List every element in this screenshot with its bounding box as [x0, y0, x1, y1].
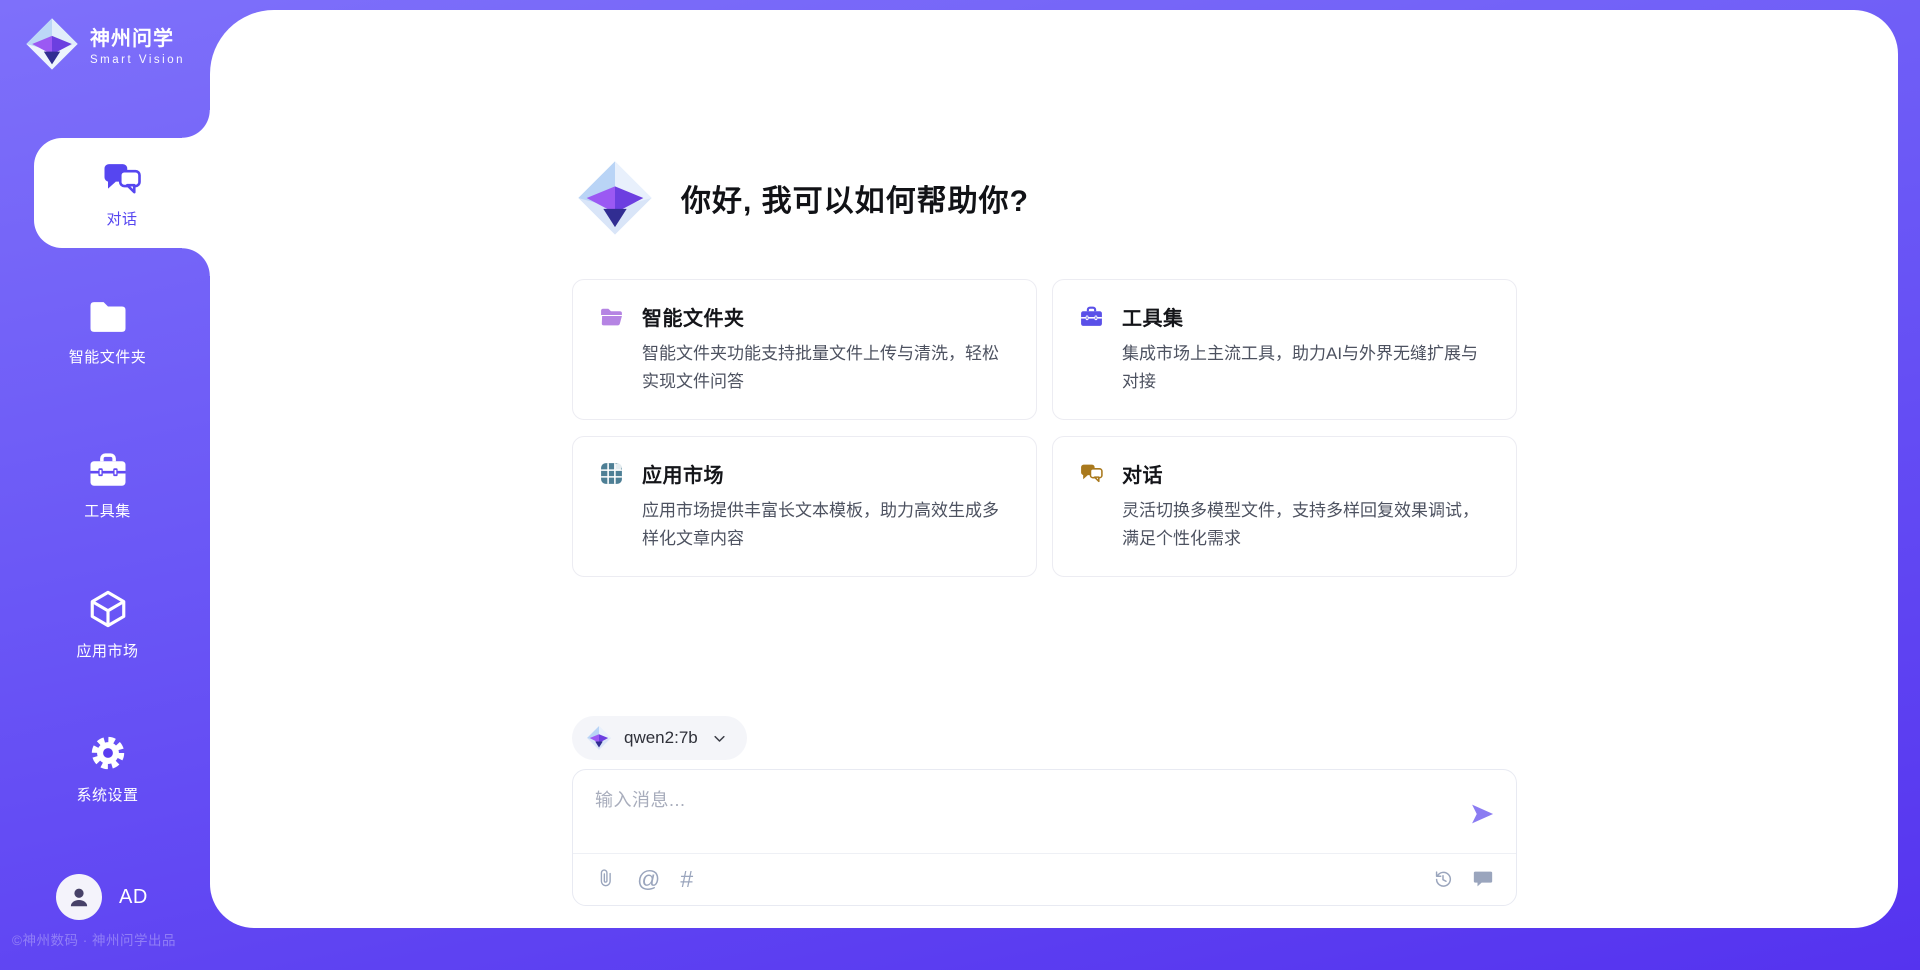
brand-text: 神州问学 Smart Vision [90, 22, 185, 66]
sidebar-item-label: 对话 [106, 208, 137, 229]
card-description: 智能文件夹功能支持批量文件上传与清洗，轻松实现文件问答 [642, 340, 1010, 395]
quick-chat-icon[interactable] [1472, 868, 1494, 890]
sidebar-item-app-market[interactable]: 应用市场 [0, 588, 215, 661]
send-button[interactable] [1468, 800, 1496, 828]
card-toolset[interactable]: 工具集 集成市场上主流工具，助力AI与外界无缝扩展与对接 [1052, 279, 1517, 420]
folder-icon [599, 304, 624, 329]
card-description: 灵活切换多模型文件，支持多样回复效果调试，满足个性化需求 [1122, 497, 1490, 552]
sidebar-item-smart-folder[interactable]: 智能文件夹 [0, 298, 215, 367]
assistant-logo-icon [575, 158, 655, 238]
sidebar-item-toolset[interactable]: 工具集 [0, 450, 215, 521]
grid-icon [599, 461, 624, 486]
gear-icon [87, 732, 129, 774]
hash-icon[interactable]: # [680, 868, 693, 891]
card-title: 智能文件夹 [642, 302, 745, 331]
greeting-text: 你好, 我可以如何帮助你? [681, 176, 1029, 220]
folder-icon [87, 298, 129, 336]
user-profile[interactable]: AD [56, 874, 148, 920]
brand-subtitle: Smart Vision [90, 54, 185, 66]
sidebar-item-label: 系统设置 [76, 784, 138, 805]
card-title: 应用市场 [642, 459, 724, 488]
sidebar-footer: ©神州数码 · 神州问学出品 [12, 929, 222, 949]
history-icon[interactable] [1432, 868, 1454, 890]
model-name: qwen2:7b [624, 728, 698, 748]
message-input[interactable] [595, 786, 1445, 844]
sidebar-item-chat[interactable]: 对话 [34, 138, 210, 248]
briefcase-icon [87, 450, 129, 490]
briefcase-icon [1079, 304, 1104, 329]
card-title: 对话 [1122, 459, 1163, 488]
avatar [56, 874, 102, 920]
sidebar-item-label: 工具集 [84, 500, 131, 521]
card-app-market[interactable]: 应用市场 应用市场提供丰富长文本模板，助力高效生成多样化文章内容 [572, 436, 1037, 577]
card-description: 应用市场提供丰富长文本模板，助力高效生成多样化文章内容 [642, 497, 1010, 552]
mention-icon[interactable]: @ [637, 868, 660, 891]
card-title: 工具集 [1122, 302, 1184, 331]
brand: 神州问学 Smart Vision [24, 16, 185, 72]
composer-toolbar-right [1432, 868, 1494, 890]
attachment-icon[interactable] [595, 868, 617, 890]
chat-icon [1079, 461, 1104, 486]
person-icon [66, 884, 92, 910]
chat-icon [101, 158, 143, 200]
model-selector[interactable]: qwen2:7b [572, 716, 747, 760]
cube-icon [87, 588, 129, 630]
chevron-down-icon [712, 731, 727, 746]
app-root: 神州问学 Smart Vision 对话 智能文件夹 工具集 [0, 0, 1920, 970]
sidebar-item-label: 智能文件夹 [69, 346, 147, 367]
send-icon [1468, 800, 1496, 828]
card-chat[interactable]: 对话 灵活切换多模型文件，支持多样回复效果调试，满足个性化需求 [1052, 436, 1517, 577]
message-composer: @ # [572, 769, 1517, 906]
feature-cards: 智能文件夹 智能文件夹功能支持批量文件上传与清洗，轻松实现文件问答 工具集 集成… [572, 279, 1517, 577]
brand-name: 神州问学 [90, 22, 185, 51]
card-description: 集成市场上主流工具，助力AI与外界无缝扩展与对接 [1122, 340, 1490, 395]
greeting: 你好, 我可以如何帮助你? [575, 158, 1029, 238]
card-smart-folder[interactable]: 智能文件夹 智能文件夹功能支持批量文件上传与清洗，轻松实现文件问答 [572, 279, 1037, 420]
composer-toolbar: @ # [595, 854, 1494, 904]
brand-logo-icon [24, 16, 80, 72]
sidebar-item-label: 应用市场 [76, 640, 138, 661]
user-initials: AD [119, 886, 148, 909]
model-logo-icon [586, 725, 612, 751]
sidebar-item-settings[interactable]: 系统设置 [0, 732, 215, 805]
